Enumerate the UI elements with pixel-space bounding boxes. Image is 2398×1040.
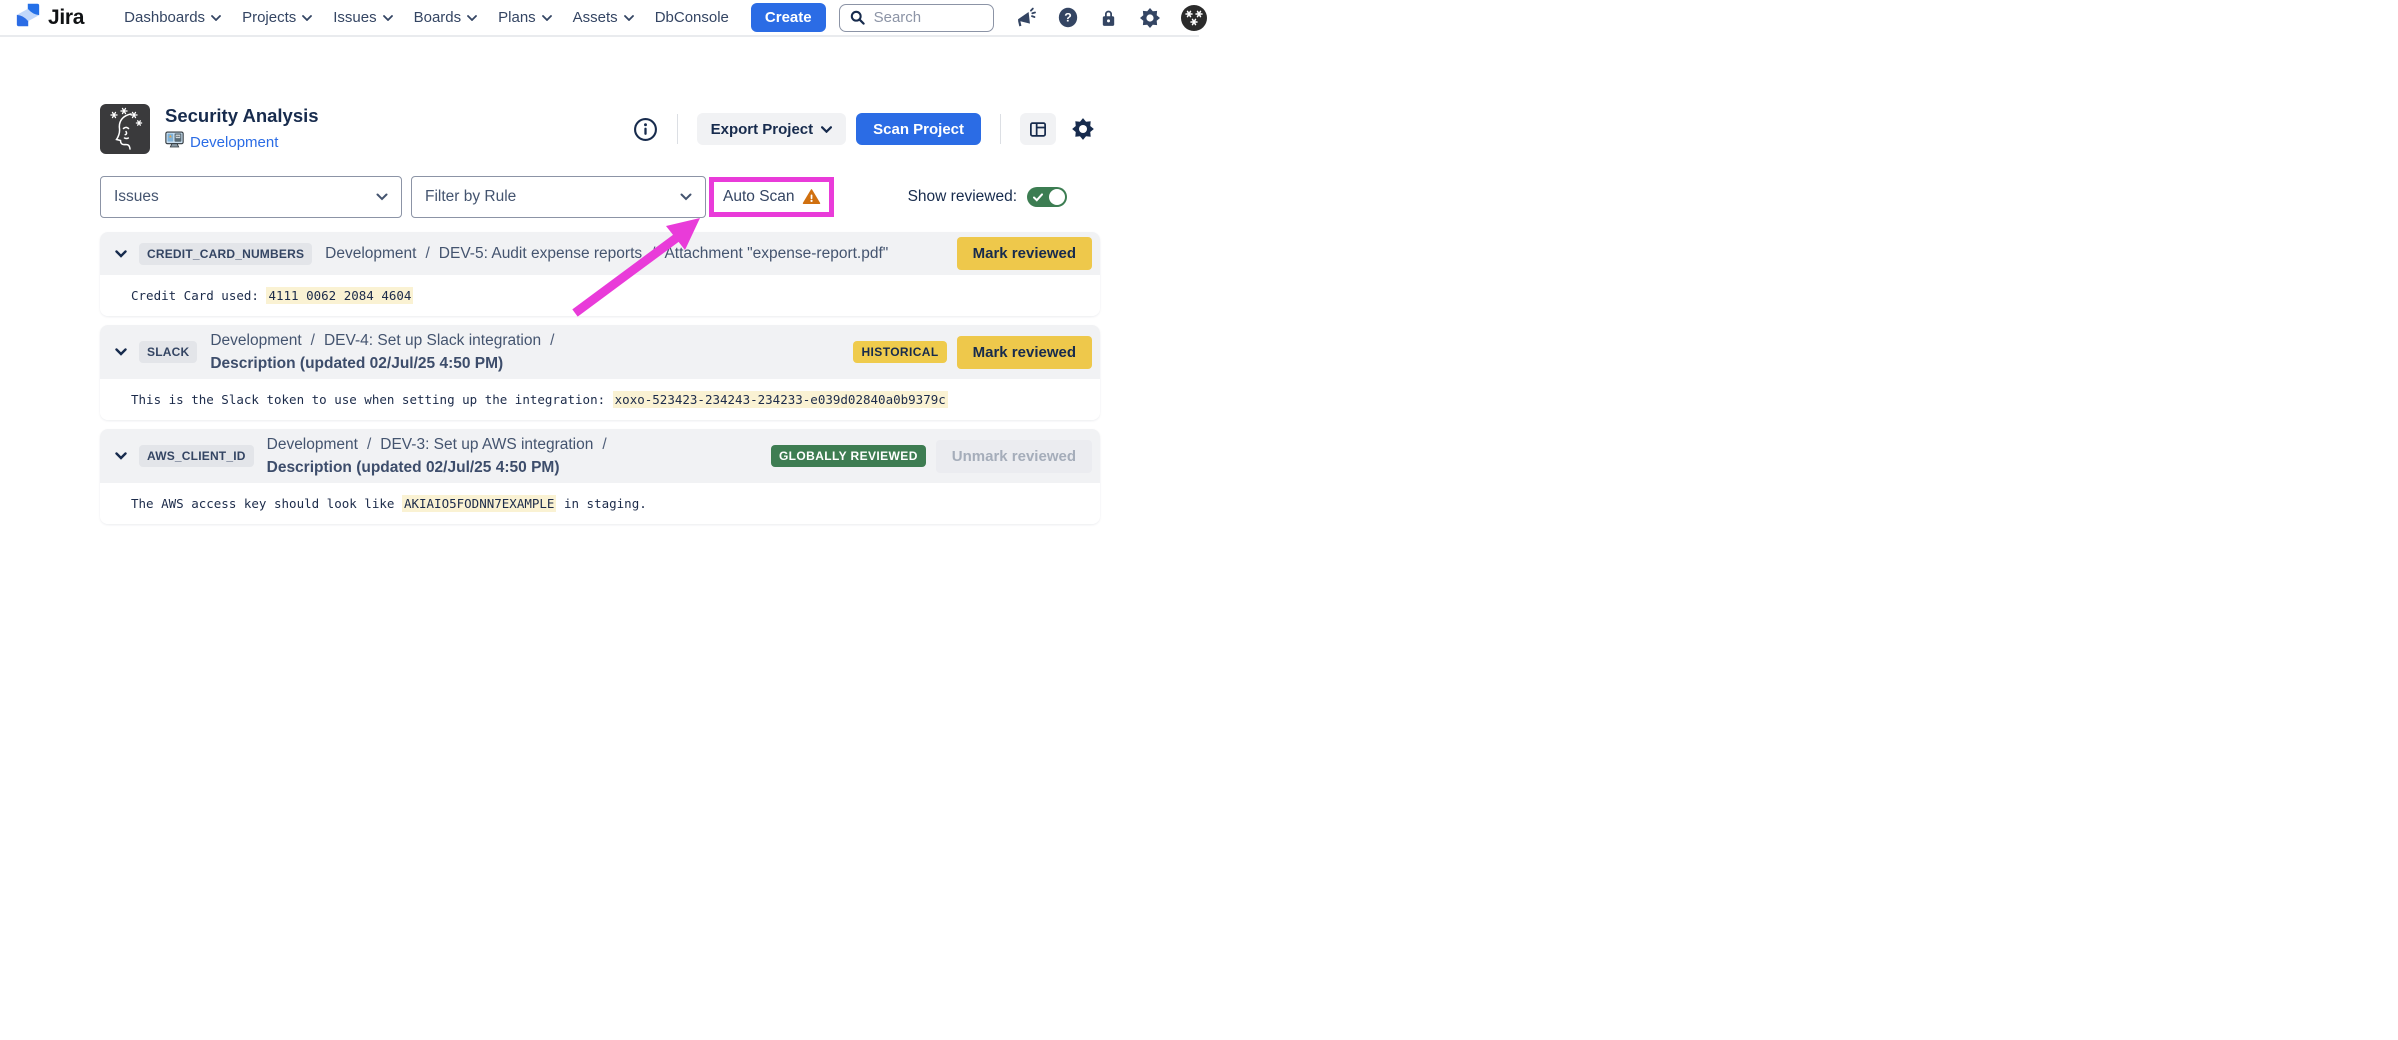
announcements-megaphone-icon[interactable]	[1015, 6, 1038, 29]
breadcrumb: Development / DEV-3: Set up AWS integrat…	[267, 434, 761, 478]
breadcrumb-project[interactable]: Development	[325, 243, 416, 264]
finding-content: Credit Card used: 4111 0062 2084 4604	[100, 275, 1100, 316]
panel-layout-icon	[1028, 120, 1048, 139]
nav-item-boards[interactable]: Boards	[414, 9, 478, 26]
nav-icons: ?	[1015, 5, 1207, 31]
chevron-down-icon	[680, 193, 692, 201]
finding-card-aws: AWS_CLIENT_ID Development / DEV-3: Set u…	[100, 429, 1100, 524]
page-settings-gear-button[interactable]	[1066, 113, 1100, 145]
auto-scan-button[interactable]: Auto Scan	[714, 182, 829, 212]
chevron-down-icon	[624, 15, 634, 21]
breadcrumb-project[interactable]: Development	[267, 434, 358, 455]
chevron-down-icon	[821, 126, 832, 133]
nav-item-projects[interactable]: Projects	[242, 9, 312, 26]
show-reviewed-label: Show reviewed:	[908, 188, 1017, 206]
finding-card-credit-card: CREDIT_CARD_NUMBERS Development / DEV-5:…	[100, 232, 1100, 316]
finding-content: This is the Slack token to use when sett…	[100, 379, 1100, 420]
breadcrumb-issue[interactable]: DEV-4: Set up Slack integration	[324, 330, 541, 351]
nav-menu: Dashboards Projects Issues Boards Plans …	[124, 9, 729, 26]
export-project-button[interactable]: Export Project	[697, 113, 847, 145]
finding-card-slack: SLACK Development / DEV-4: Set up Slack …	[100, 325, 1100, 420]
jira-logo[interactable]: Jira	[15, 2, 84, 33]
chevron-down-icon	[383, 15, 393, 21]
search-icon	[849, 9, 866, 26]
annotation-highlight-box: Auto Scan	[709, 177, 834, 217]
lock-icon[interactable]	[1098, 7, 1119, 29]
finding-header: SLACK Development / DEV-4: Set up Slack …	[100, 325, 1100, 379]
chevron-down-icon	[467, 15, 477, 21]
globally-reviewed-badge: GLOBALLY REVIEWED	[771, 445, 926, 467]
filter-by-rule-dropdown[interactable]: Filter by Rule	[411, 176, 706, 218]
scan-project-button[interactable]: Scan Project	[856, 113, 981, 145]
top-navigation: Jira Dashboards Projects Issues Boards P…	[0, 0, 1199, 37]
chevron-down-icon	[542, 15, 552, 21]
unmark-reviewed-button[interactable]: Unmark reviewed	[936, 440, 1092, 473]
nav-item-dbconsole[interactable]: DbConsole	[655, 9, 729, 26]
chevron-down-icon	[302, 15, 312, 21]
breadcrumb-issue[interactable]: DEV-3: Set up AWS integration	[380, 434, 593, 455]
nav-item-issues[interactable]: Issues	[333, 9, 392, 26]
show-reviewed-toggle[interactable]	[1027, 187, 1067, 207]
warning-icon	[802, 188, 821, 206]
historical-badge: HISTORICAL	[853, 341, 946, 363]
project-emoji-icon	[165, 131, 184, 154]
nav-item-assets[interactable]: Assets	[573, 9, 634, 26]
divider	[1000, 114, 1001, 144]
rule-badge: SLACK	[139, 341, 197, 363]
search-input[interactable]	[874, 9, 984, 26]
search-box[interactable]	[839, 4, 994, 32]
breadcrumb-location: Description (updated 02/Jul/25 4:50 PM)	[267, 457, 560, 478]
header-titles: Security Analysis Development	[165, 104, 319, 154]
settings-gear-icon[interactable]	[1138, 6, 1162, 30]
page-header: Security Analysis Development	[100, 104, 1100, 154]
secret-value: 4111 0062 2084 4604	[266, 287, 413, 304]
breadcrumb-issue[interactable]: DEV-5: Audit expense reports	[439, 243, 642, 264]
chevron-down-icon	[376, 193, 388, 201]
mark-reviewed-button[interactable]: Mark reviewed	[957, 336, 1092, 369]
project-link[interactable]: Development	[190, 134, 278, 151]
create-button[interactable]: Create	[751, 3, 826, 32]
rule-badge: CREDIT_CARD_NUMBERS	[139, 243, 312, 265]
breadcrumb-location: Description (updated 02/Jul/25 4:50 PM)	[210, 353, 503, 374]
issues-dropdown[interactable]: Issues	[100, 176, 402, 218]
user-avatar[interactable]	[1181, 5, 1207, 31]
header-actions: Export Project Scan Project	[633, 113, 1100, 145]
gear-icon	[1070, 116, 1096, 142]
filter-row: Issues Filter by Rule Auto Scan Show rev…	[100, 176, 1100, 218]
show-reviewed-group: Show reviewed:	[908, 187, 1067, 207]
jira-logo-text: Jira	[48, 6, 84, 30]
expand-chevron-icon[interactable]	[115, 250, 127, 258]
rule-badge: AWS_CLIENT_ID	[139, 445, 254, 467]
finding-content: The AWS access key should look like AKIA…	[100, 483, 1100, 524]
breadcrumb-project[interactable]: Development	[210, 330, 301, 351]
svg-text:?: ?	[1064, 11, 1072, 25]
side-panel-layout-button[interactable]	[1020, 113, 1056, 145]
help-icon[interactable]: ?	[1057, 6, 1079, 29]
nav-item-dashboards[interactable]: Dashboards	[124, 9, 221, 26]
mark-reviewed-button[interactable]: Mark reviewed	[957, 237, 1092, 270]
check-icon	[1033, 193, 1043, 202]
breadcrumb-location: Attachment "expense-report.pdf"	[664, 243, 888, 264]
toggle-knob	[1049, 189, 1065, 205]
secret-value: AKIAIO5FODNN7EXAMPLE	[402, 495, 557, 512]
divider	[677, 114, 678, 144]
info-icon[interactable]	[633, 117, 658, 142]
project-avatar	[100, 104, 150, 154]
chevron-down-icon	[211, 15, 221, 21]
breadcrumb: Development / DEV-4: Set up Slack integr…	[210, 330, 843, 374]
secret-value: xoxo-523423-234243-234233-e039d02840a0b9…	[613, 391, 948, 408]
nav-item-plans[interactable]: Plans	[498, 9, 552, 26]
finding-header: AWS_CLIENT_ID Development / DEV-3: Set u…	[100, 429, 1100, 483]
page-title: Security Analysis	[165, 104, 319, 127]
jira-logo-icon	[15, 2, 41, 33]
expand-chevron-icon[interactable]	[115, 348, 127, 356]
breadcrumb: Development / DEV-5: Audit expense repor…	[325, 243, 946, 264]
findings-list: CREDIT_CARD_NUMBERS Development / DEV-5:…	[100, 232, 1100, 524]
expand-chevron-icon[interactable]	[115, 452, 127, 460]
finding-header: CREDIT_CARD_NUMBERS Development / DEV-5:…	[100, 232, 1100, 275]
